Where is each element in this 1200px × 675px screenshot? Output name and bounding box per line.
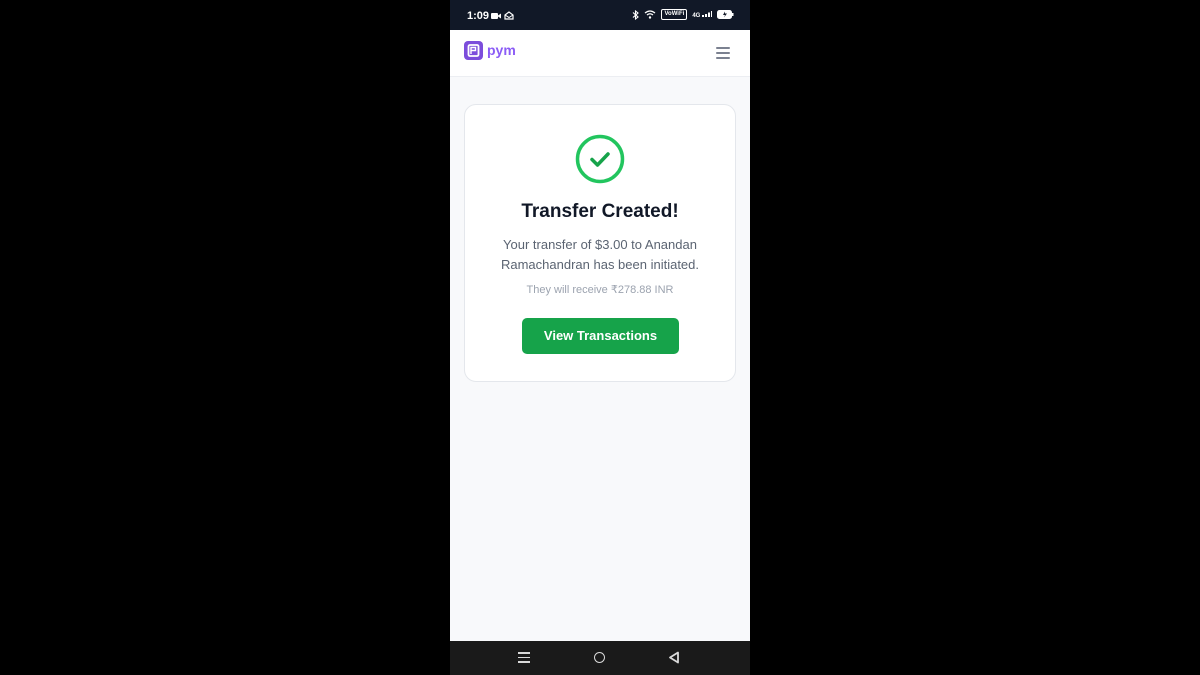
home-icon[interactable] bbox=[594, 652, 605, 663]
signal-icon bbox=[702, 10, 712, 17]
check-circle-icon bbox=[575, 134, 625, 184]
network-type: 4G bbox=[692, 10, 712, 19]
hamburger-menu-icon[interactable] bbox=[716, 47, 730, 59]
system-navigation-bar bbox=[450, 641, 750, 675]
back-icon[interactable] bbox=[668, 651, 680, 664]
pym-logo-icon[interactable] bbox=[464, 41, 483, 60]
confirmation-message: Your transfer of $3.00 to Anandan Ramach… bbox=[500, 237, 700, 272]
recents-icon[interactable] bbox=[518, 652, 530, 663]
battery-icon bbox=[717, 10, 734, 19]
status-time: 1:09 bbox=[467, 10, 490, 22]
mail-open-icon bbox=[504, 11, 514, 20]
view-transactions-button[interactable]: View Transactions bbox=[522, 318, 679, 354]
bluetooth-icon bbox=[633, 9, 640, 20]
app-name[interactable]: pym bbox=[487, 42, 516, 58]
transfer-confirmation-card: Transfer Created! Your transfer of $3.00… bbox=[464, 104, 736, 382]
status-bar: 1:09 VoWiFi 4G bbox=[450, 0, 750, 30]
wifi-icon bbox=[645, 10, 656, 19]
confirmation-title: Transfer Created! bbox=[521, 201, 679, 222]
network-type-label: 4G bbox=[692, 12, 701, 19]
receive-amount-note: They will receive ₹278.88 INR bbox=[526, 284, 674, 296]
vowifi-badge: VoWiFi bbox=[661, 9, 688, 20]
app-header: pym bbox=[450, 30, 750, 77]
phone-screen: 1:09 VoWiFi 4G pym Transfer Created! You… bbox=[450, 0, 750, 675]
video-camera-icon bbox=[491, 12, 501, 19]
